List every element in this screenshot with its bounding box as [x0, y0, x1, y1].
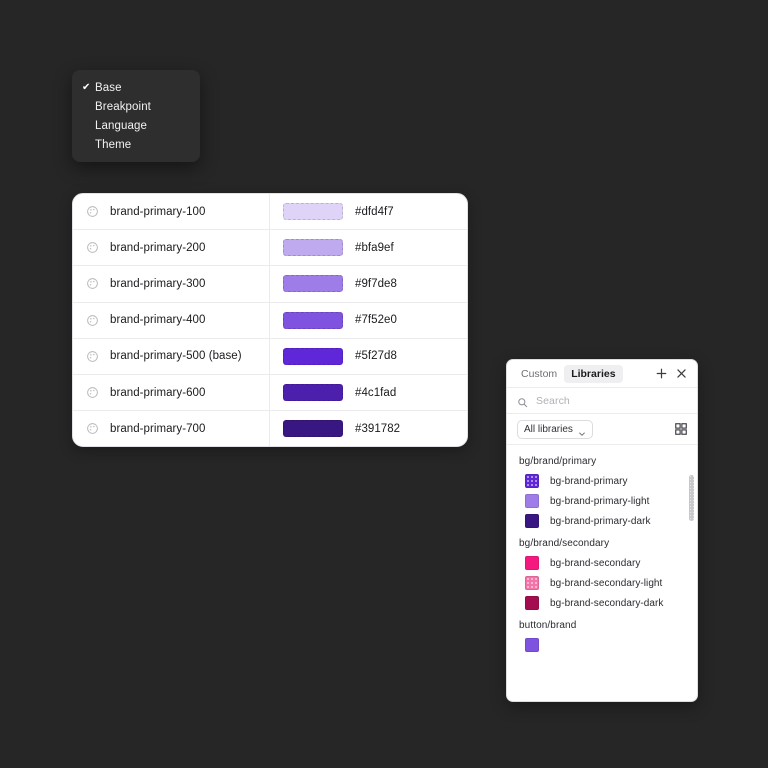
- libraries-panel: Custom Libraries Search All libraries bg…: [506, 359, 698, 702]
- library-group-header: button/brand: [519, 620, 577, 631]
- color-swatch[interactable]: [283, 347, 343, 365]
- palette-icon: [86, 350, 99, 363]
- list-item[interactable]: bg-brand-primary: [507, 471, 697, 491]
- token-hex-value: #7f52e0: [355, 314, 397, 327]
- palette-icon: [86, 422, 99, 435]
- token-name: brand-primary-100: [110, 205, 206, 218]
- token-name: brand-primary-200: [110, 241, 206, 254]
- list-item-label: bg-brand-primary-dark: [550, 515, 651, 527]
- list-item-label: bg-brand-secondary-dark: [550, 597, 664, 609]
- color-swatch: [525, 638, 539, 652]
- menu-item-label: Language: [95, 119, 147, 132]
- palette-icon: [86, 205, 99, 218]
- color-swatch[interactable]: [283, 239, 343, 257]
- color-swatch: [525, 514, 539, 528]
- token-name: brand-primary-500 (base): [110, 350, 242, 363]
- chevron-down-icon: [578, 425, 586, 436]
- list-item[interactable]: bg-brand-secondary-dark: [507, 593, 697, 613]
- list-item[interactable]: bg-brand-primary-light: [507, 491, 697, 511]
- table-row[interactable]: brand-primary-100 #dfd4f7: [73, 194, 467, 231]
- all-libraries-label: All libraries: [524, 423, 573, 435]
- token-value-cell: #bfa9ef: [270, 230, 467, 265]
- list-item-label: bg-brand-primary-light: [550, 495, 650, 507]
- token-name: brand-primary-300: [110, 277, 206, 290]
- token-name: brand-primary-400: [110, 314, 206, 327]
- palette-icon: [86, 277, 99, 290]
- plus-icon[interactable]: [654, 366, 669, 381]
- table-row[interactable]: brand-primary-400 #7f52e0: [73, 302, 467, 339]
- table-row[interactable]: brand-primary-700 #391782: [73, 411, 467, 447]
- token-value-cell: #dfd4f7: [270, 194, 467, 229]
- color-swatch: [525, 576, 539, 590]
- check-icon: ✔: [82, 81, 91, 93]
- token-value-cell: #5f27d8: [270, 339, 467, 374]
- color-swatch[interactable]: [283, 203, 343, 221]
- token-hex-value: #bfa9ef: [355, 241, 394, 254]
- all-libraries-dropdown[interactable]: All libraries: [517, 419, 593, 439]
- menu-item-language[interactable]: Language: [72, 116, 200, 135]
- search-input[interactable]: Search: [536, 395, 570, 407]
- palette-icon: [86, 386, 99, 399]
- palette-icon: [86, 314, 99, 327]
- library-group-header: bg/brand/primary: [519, 456, 597, 467]
- token-name-cell: brand-primary-400: [73, 302, 270, 338]
- filter-row: All libraries: [507, 414, 697, 445]
- color-swatch[interactable]: [283, 275, 343, 293]
- token-value-cell: #9f7de8: [270, 266, 467, 301]
- token-value-cell: #4c1fad: [270, 375, 467, 410]
- tab-libraries[interactable]: Libraries: [564, 364, 623, 383]
- token-value-cell: #391782: [270, 411, 467, 446]
- menu-item-base[interactable]: ✔ Base: [72, 78, 200, 97]
- table-row[interactable]: brand-primary-500 (base) #5f27d8: [73, 338, 467, 375]
- token-value-cell: #7f52e0: [270, 303, 467, 338]
- library-token-list[interactable]: bg/brand/primary bg-brand-primary bg-brand…: [507, 445, 697, 701]
- tab-custom[interactable]: Custom: [514, 365, 564, 383]
- search-icon: [517, 395, 528, 408]
- color-swatch: [525, 494, 539, 508]
- list-item-label: bg-brand-secondary-light: [550, 577, 663, 589]
- color-swatch: [525, 596, 539, 610]
- color-swatch[interactable]: [283, 420, 343, 438]
- token-mode-context-menu[interactable]: ✔ Base Breakpoint Language Theme: [72, 70, 200, 162]
- token-name-cell: brand-primary-600: [73, 374, 270, 411]
- list-item-label: bg-brand-secondary: [550, 557, 641, 569]
- token-name: brand-primary-700: [110, 422, 206, 435]
- token-name-cell: brand-primary-100: [73, 194, 270, 230]
- palette-icon: [86, 241, 99, 254]
- menu-item-breakpoint[interactable]: Breakpoint: [72, 97, 200, 116]
- token-hex-value: #391782: [355, 422, 401, 435]
- list-item[interactable]: bg-brand-secondary-light: [507, 573, 697, 593]
- token-name-cell: brand-primary-500 (base): [73, 338, 270, 374]
- token-hex-value: #5f27d8: [355, 350, 397, 363]
- color-token-table: brand-primary-100 #dfd4f7 brand-primary-20…: [72, 193, 468, 448]
- token-name-cell: brand-primary-700: [73, 411, 270, 447]
- table-row[interactable]: brand-primary-600 #4c1fad: [73, 374, 467, 412]
- token-name-cell: brand-primary-200: [73, 230, 270, 266]
- menu-item-theme[interactable]: Theme: [72, 135, 200, 154]
- menu-item-label: Base: [95, 81, 122, 94]
- table-row[interactable]: brand-primary-200 #bfa9ef: [73, 230, 467, 267]
- table-row[interactable]: brand-primary-300 #9f7de8: [73, 266, 467, 303]
- list-item-label: bg-brand-primary: [550, 475, 628, 487]
- color-swatch: [525, 474, 539, 488]
- panel-header: Custom Libraries: [507, 360, 697, 388]
- list-item[interactable]: [507, 635, 697, 655]
- list-item[interactable]: bg-brand-secondary: [507, 553, 697, 573]
- close-icon[interactable]: [674, 366, 689, 381]
- list-item[interactable]: bg-brand-primary-dark: [507, 511, 697, 531]
- token-name: brand-primary-600: [110, 386, 206, 399]
- search-row[interactable]: Search: [507, 388, 697, 414]
- token-hex-value: #4c1fad: [355, 386, 397, 399]
- token-hex-value: #9f7de8: [355, 277, 397, 290]
- grid-view-icon[interactable]: [674, 422, 688, 436]
- color-swatch[interactable]: [283, 311, 343, 329]
- color-swatch[interactable]: [283, 384, 343, 402]
- token-hex-value: #dfd4f7: [355, 205, 394, 218]
- library-group-header: bg/brand/secondary: [519, 538, 610, 549]
- color-swatch: [525, 556, 539, 570]
- menu-item-label: Breakpoint: [95, 100, 151, 113]
- token-name-cell: brand-primary-300: [73, 266, 270, 302]
- vertical-scrollbar-thumb[interactable]: [689, 475, 694, 521]
- menu-item-label: Theme: [95, 138, 132, 151]
